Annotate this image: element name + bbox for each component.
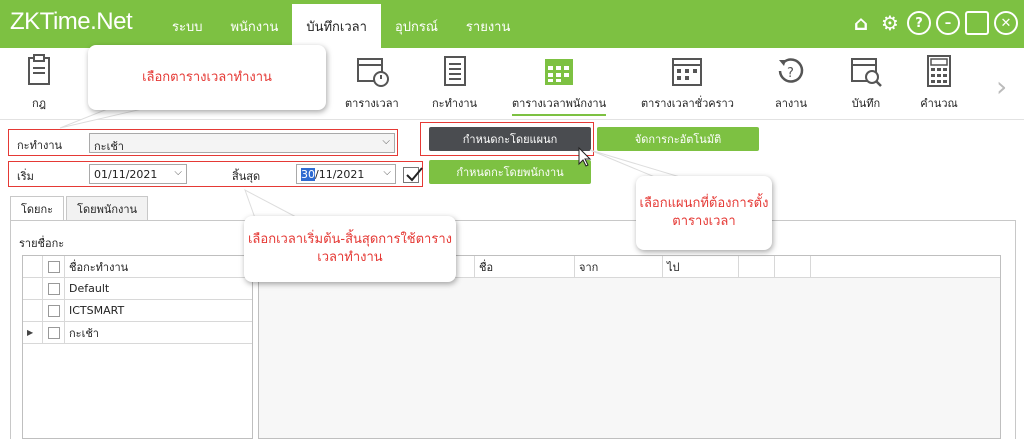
tab-by-employee[interactable]: โดยพนักงาน (66, 196, 149, 220)
maximize-icon[interactable] (965, 11, 989, 35)
tool-employee-schedule-label: ตารางเวลาพนักงาน (512, 94, 607, 116)
row-checkbox[interactable] (47, 326, 60, 339)
app-logo: ZKTime.Net (10, 8, 133, 35)
chevron-down-icon: ⌵ (383, 167, 391, 178)
shift-label: กะทำงาน (17, 139, 63, 152)
start-date-value: 01/11/2021 (94, 168, 158, 181)
tool-employee-schedule[interactable]: ตารางเวลาพนักงาน (512, 52, 607, 116)
gear-icon[interactable]: ⚙ (878, 11, 902, 35)
shift-list-header: ชื่อกะทำงาน (23, 256, 252, 278)
shift-name-cell: กะเช้า (69, 326, 99, 340)
auto-shift-button[interactable]: จัดการกะอัตโนมัติ (597, 127, 759, 151)
calculator-icon (927, 55, 951, 87)
top-bar: ZKTime.Net ระบบ พนักงาน บันทึกเวลา อุปกร… (0, 0, 1024, 48)
select-all-checkbox[interactable] (47, 260, 60, 273)
leave-icon: ? (778, 58, 804, 83)
window-controls: ⌂ ⚙ ? – ✕ (849, 11, 1018, 35)
col-from: จาก (575, 256, 663, 277)
tool-rules[interactable]: กฎ (20, 52, 58, 112)
tool-timetable[interactable]: ตารางเวลา (345, 52, 399, 112)
end-date-rest: /11/2021 (315, 168, 365, 181)
home-icon[interactable]: ⌂ (849, 11, 873, 35)
tool-leave-label: ลางาน (775, 97, 807, 110)
assign-by-employee-button[interactable]: กำหนดกะโดยพนักงาน (429, 160, 591, 184)
start-date-input[interactable]: 01/11/2021 ⌵ (89, 164, 187, 184)
shift-list-grid: ชื่อกะทำงาน Default ICTSMART ▶ กะเช้า (22, 255, 253, 439)
col-name: ชื่อ (475, 256, 575, 277)
help-icon[interactable]: ? (907, 11, 931, 35)
shift-select-value: กะเช้า (94, 140, 124, 153)
chevron-down-icon: ⌵ (174, 167, 182, 178)
end-label: สิ้นสุด (232, 170, 261, 183)
menu-employee[interactable]: พนักงาน (216, 4, 292, 48)
menu-attendance[interactable]: บันทึกเวลา (292, 4, 381, 48)
tool-calculate[interactable]: คำนวณ (920, 52, 958, 112)
tool-temp-schedule[interactable]: ตารางเวลาชั่วคราว (641, 52, 734, 112)
employee-grid: ชื่อ จาก ไป (258, 255, 1001, 439)
tool-rules-label: กฎ (31, 97, 47, 110)
tab-by-shift[interactable]: โดยกะ (10, 196, 65, 220)
shift-name-header: ชื่อกะทำงาน (69, 260, 129, 274)
callout-select-schedule: เลือกตารางเวลาทำงาน (88, 45, 326, 110)
start-label: เริ่ม (17, 170, 34, 183)
checkmark-icon (406, 167, 423, 182)
menu-device[interactable]: อุปกรณ์ (381, 4, 452, 48)
shift-list-title: รายชื่อกะ (19, 237, 65, 250)
view-tabs: โดยกะ โดยพนักงาน (10, 196, 150, 220)
minimize-icon[interactable]: – (936, 11, 960, 35)
menu-report[interactable]: รายงาน (452, 4, 524, 48)
date-checkbox[interactable] (403, 167, 423, 183)
main-menu: ระบบ พนักงาน บันทึกเวลา อุปกรณ์ รายงาน (158, 4, 524, 48)
assign-by-department-button[interactable]: กำหนดกะโดยแผนก (429, 127, 591, 151)
calendar-icon (545, 59, 574, 85)
col-to: ไป (663, 256, 739, 277)
row-checkbox[interactable] (47, 282, 60, 295)
timetable-icon (356, 58, 389, 87)
chevron-down-icon: ⌵ (382, 136, 390, 147)
tool-record-label: บันทึก (851, 97, 881, 110)
shift-select[interactable]: กะเช้า ⌵ (89, 133, 395, 153)
table-row[interactable]: Default (23, 278, 252, 300)
tool-leave[interactable]: ? ลางาน (772, 52, 810, 112)
chevron-right-icon[interactable]: › (996, 70, 1016, 104)
menu-system[interactable]: ระบบ (158, 4, 216, 48)
svg-text:?: ? (787, 66, 794, 81)
table-row[interactable]: ▶ กะเช้า (23, 322, 252, 344)
record-icon (851, 58, 882, 87)
row-checkbox[interactable] (47, 304, 60, 317)
notepad-icon (443, 56, 466, 86)
row-pointer-icon: ▶ (23, 322, 43, 343)
tool-timetable-label: ตารางเวลา (345, 97, 399, 110)
tool-shift-label: กะทำงาน (432, 97, 478, 110)
shift-name-cell: Default (69, 282, 110, 295)
tool-shift[interactable]: กะทำงาน (432, 52, 477, 112)
table-row[interactable]: ICTSMART (23, 300, 252, 322)
tool-calculate-label: คำนวณ (920, 97, 958, 110)
shift-name-cell: ICTSMART (69, 304, 125, 317)
callout-select-dates: เลือกเวลาเริ่มต้น-สิ้นสุดการใช้ตารางเวลา… (244, 216, 456, 282)
clipboard-icon (28, 54, 50, 85)
end-date-input[interactable]: 30/11/2021 ⌵ (296, 164, 396, 184)
tool-record[interactable]: บันทึก (847, 52, 885, 112)
temp-calendar-icon (672, 58, 703, 86)
close-icon[interactable]: ✕ (994, 11, 1018, 35)
callout-select-department: เลือกแผนกที่ต้องการตั้งตารางเวลา (636, 176, 772, 250)
tool-temp-schedule-label: ตารางเวลาชั่วคราว (641, 97, 734, 110)
end-date-day: 30 (301, 168, 315, 181)
